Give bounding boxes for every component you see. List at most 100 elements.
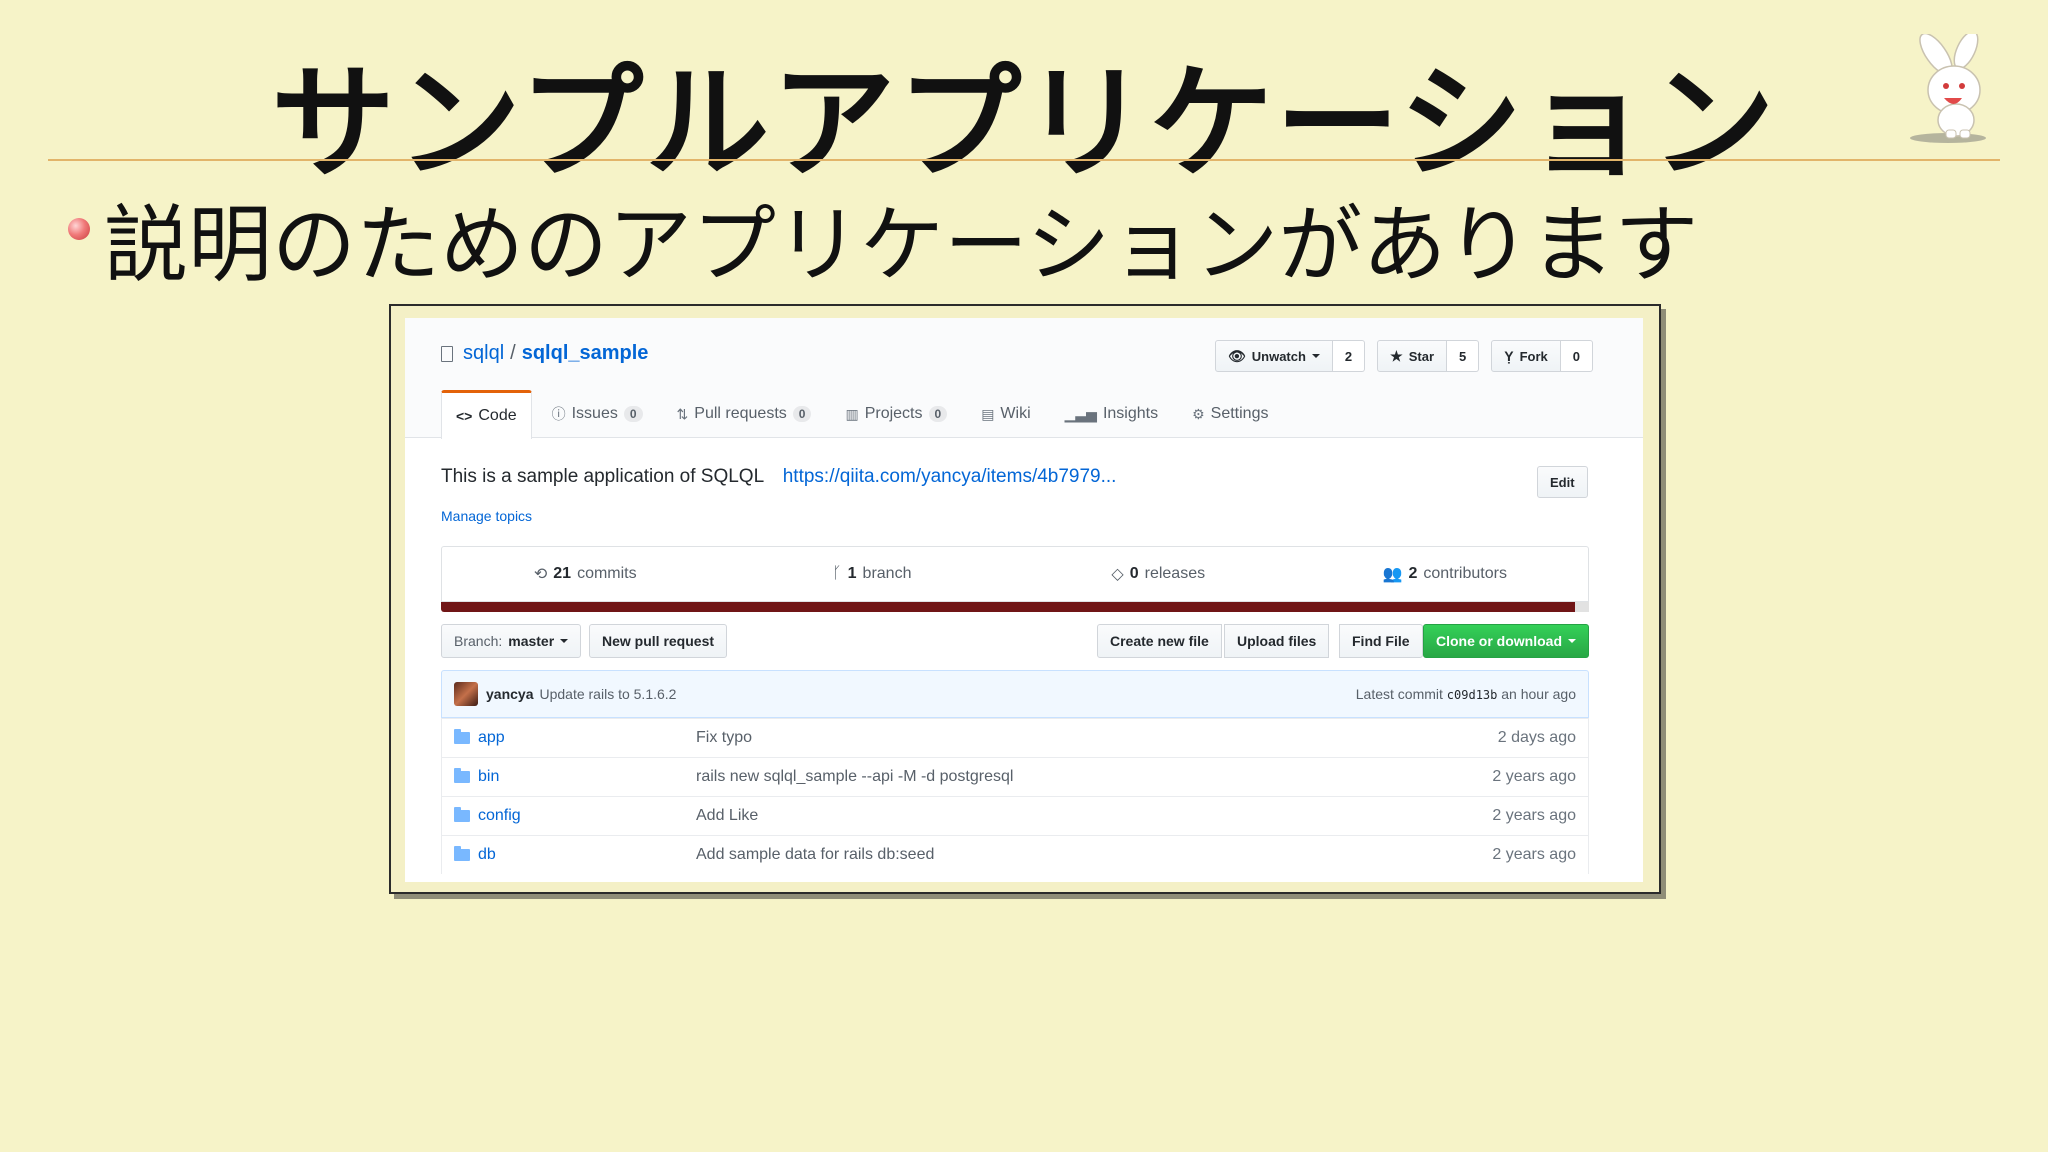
commit-sha-link[interactable]: c09d13b bbox=[1447, 688, 1498, 702]
language-bar-other bbox=[1575, 602, 1589, 612]
branches-link[interactable]: ᚴ 1 branch bbox=[729, 547, 1016, 601]
create-new-file-button[interactable]: Create new file bbox=[1097, 624, 1222, 658]
repo-homepage-link[interactable]: https://qiita.com/yancya/items/4b7979... bbox=[783, 466, 1117, 487]
language-bar[interactable] bbox=[441, 602, 1589, 612]
branch-name: master bbox=[508, 633, 555, 649]
repo-path-separator: / bbox=[510, 342, 516, 364]
chevron-down-icon bbox=[560, 639, 569, 643]
file-name-link[interactable]: app bbox=[478, 729, 698, 747]
releases-count: 0 bbox=[1129, 565, 1139, 582]
commit-message-link[interactable]: Update rails to 5.1.6.2 bbox=[539, 686, 676, 702]
file-commit-message[interactable]: rails new sqlql_sample --api -M -d postg… bbox=[696, 768, 1013, 786]
unwatch-button[interactable]: 👁 Unwatch bbox=[1214, 340, 1333, 372]
commit-author-link[interactable]: yancya bbox=[486, 686, 533, 702]
branch-select-button[interactable]: Branch: master bbox=[441, 624, 582, 658]
tab-issues-count: 0 bbox=[623, 406, 643, 422]
avatar[interactable] bbox=[454, 682, 478, 706]
tab-projects[interactable]: ▥ Projects 0 bbox=[831, 390, 961, 438]
list-item[interactable]: app Fix typo 2 days ago bbox=[442, 718, 1588, 757]
star-label: Star bbox=[1408, 348, 1435, 364]
list-item[interactable]: bin rails new sqlql_sample --api -M -d p… bbox=[442, 757, 1588, 796]
wiki-icon: ▤ bbox=[981, 405, 995, 422]
tab-wiki-label: Wiki bbox=[1000, 405, 1031, 422]
new-pull-request-button[interactable]: New pull request bbox=[589, 624, 728, 658]
stargazers-count[interactable]: 5 bbox=[1447, 340, 1480, 372]
tab-pull-requests-count: 0 bbox=[792, 406, 812, 422]
find-file-button[interactable]: Find File bbox=[1339, 624, 1423, 658]
file-age: 2 days ago bbox=[1497, 729, 1576, 746]
watchers-count[interactable]: 2 bbox=[1332, 340, 1366, 372]
file-age: 2 years ago bbox=[1492, 846, 1576, 863]
star-icon: ★ bbox=[1390, 347, 1403, 364]
tab-code[interactable]: <> Code bbox=[441, 390, 532, 439]
tab-wiki[interactable]: ▤ Wiki bbox=[967, 390, 1044, 438]
history-icon: ⟲ bbox=[533, 566, 548, 583]
file-commit-message[interactable]: Fix typo bbox=[696, 729, 752, 747]
fork-group: Ỵ Fork 0 bbox=[1491, 340, 1593, 372]
folder-icon bbox=[454, 729, 470, 744]
screenshot-frame: sqlql / sqlql_sample 👁 Unwatch 2 ★ Star … bbox=[389, 304, 1661, 894]
folder-icon bbox=[454, 807, 470, 822]
releases-link[interactable]: ◇ 0 releases bbox=[1015, 547, 1302, 601]
branch-icon: ᚴ bbox=[832, 565, 842, 582]
chevron-down-icon bbox=[1311, 354, 1320, 358]
star-group: ★ Star 5 bbox=[1377, 340, 1480, 372]
file-age: 2 years ago bbox=[1492, 768, 1576, 785]
gear-icon: ⚙ bbox=[1192, 405, 1205, 422]
repo-name-link[interactable]: sqlql_sample bbox=[522, 342, 649, 365]
tab-issues[interactable]: ⓘ Issues 0 bbox=[538, 390, 657, 438]
contributors-label: contributors bbox=[1423, 565, 1507, 582]
rabbit-mascot-icon bbox=[1910, 34, 1986, 143]
repo-title: sqlql / sqlql_sample bbox=[441, 342, 648, 365]
title-divider bbox=[48, 159, 2000, 161]
bullet-text: 説明のためのアプリケーションがあります bbox=[104, 196, 1699, 294]
repo-header: sqlql / sqlql_sample 👁 Unwatch 2 ★ Star … bbox=[405, 318, 1643, 439]
clone-label: Clone or download bbox=[1436, 633, 1562, 649]
folder-icon bbox=[454, 768, 470, 783]
graph-icon: ▁▃▅ bbox=[1064, 405, 1097, 422]
tab-issues-label: Issues bbox=[571, 405, 618, 422]
tag-icon: ◇ bbox=[1111, 566, 1124, 583]
list-item[interactable]: db Add sample data for rails db:seed 2 y… bbox=[442, 835, 1588, 874]
slide-title: サンプルアプリケーション bbox=[271, 52, 1777, 196]
star-button[interactable]: ★ Star bbox=[1377, 340, 1448, 372]
forks-count[interactable]: 0 bbox=[1560, 340, 1593, 372]
tab-settings[interactable]: ⚙ Settings bbox=[1178, 390, 1282, 438]
code-icon: <> bbox=[456, 408, 473, 424]
clone-or-download-button[interactable]: Clone or download bbox=[1423, 624, 1589, 658]
bullet-icon bbox=[68, 218, 90, 240]
commits-label: commits bbox=[577, 565, 637, 582]
eye-icon: 👁 bbox=[1227, 347, 1246, 364]
commits-link[interactable]: ⟲ 21 commits bbox=[442, 547, 729, 601]
tab-projects-count: 0 bbox=[928, 406, 948, 422]
branch-prefix: Branch: bbox=[454, 633, 503, 649]
repo-owner-link[interactable]: sqlql bbox=[463, 342, 504, 365]
latest-commit-bar: yancya Update rails to 5.1.6.2 Latest co… bbox=[441, 670, 1589, 718]
repo-numbers-summary: ⟲ 21 commits ᚴ 1 branch ◇ 0 releases 👥 2… bbox=[441, 546, 1589, 602]
folder-icon bbox=[454, 846, 470, 861]
latest-commit-prefix: Latest commit bbox=[1355, 686, 1443, 702]
file-commit-message[interactable]: Add Like bbox=[696, 807, 758, 825]
file-commit-message[interactable]: Add sample data for rails db:seed bbox=[696, 846, 934, 864]
file-list: app Fix typo 2 days ago bin rails new sq… bbox=[441, 718, 1589, 874]
repo-description-text: This is a sample application of SQLQL bbox=[441, 466, 764, 487]
file-name-link[interactable]: config bbox=[478, 807, 698, 825]
edit-description-button[interactable]: Edit bbox=[1537, 466, 1588, 498]
branch-count: 1 bbox=[847, 565, 857, 582]
file-name-link[interactable]: bin bbox=[478, 768, 698, 786]
watch-group: 👁 Unwatch 2 bbox=[1214, 340, 1366, 372]
upload-files-button[interactable]: Upload files bbox=[1224, 624, 1330, 658]
file-navigation: Branch: master New pull request Create n… bbox=[441, 624, 1589, 658]
project-icon: ▥ bbox=[845, 405, 859, 422]
list-item[interactable]: config Add Like 2 years ago bbox=[442, 796, 1588, 835]
repo-icon bbox=[441, 345, 453, 362]
manage-topics-link[interactable]: Manage topics bbox=[441, 508, 532, 524]
fork-button[interactable]: Ỵ Fork bbox=[1491, 340, 1561, 372]
branch-label: branch bbox=[862, 565, 912, 582]
repo-description: This is a sample application of SQLQL ht… bbox=[441, 466, 1116, 488]
tab-pull-requests[interactable]: ⇅ Pull requests 0 bbox=[663, 390, 826, 438]
tab-projects-label: Projects bbox=[864, 405, 923, 422]
contributors-link[interactable]: 👥 2 contributors bbox=[1302, 547, 1589, 601]
tab-insights[interactable]: ▁▃▅ Insights bbox=[1051, 390, 1172, 438]
file-name-link[interactable]: db bbox=[478, 846, 698, 864]
